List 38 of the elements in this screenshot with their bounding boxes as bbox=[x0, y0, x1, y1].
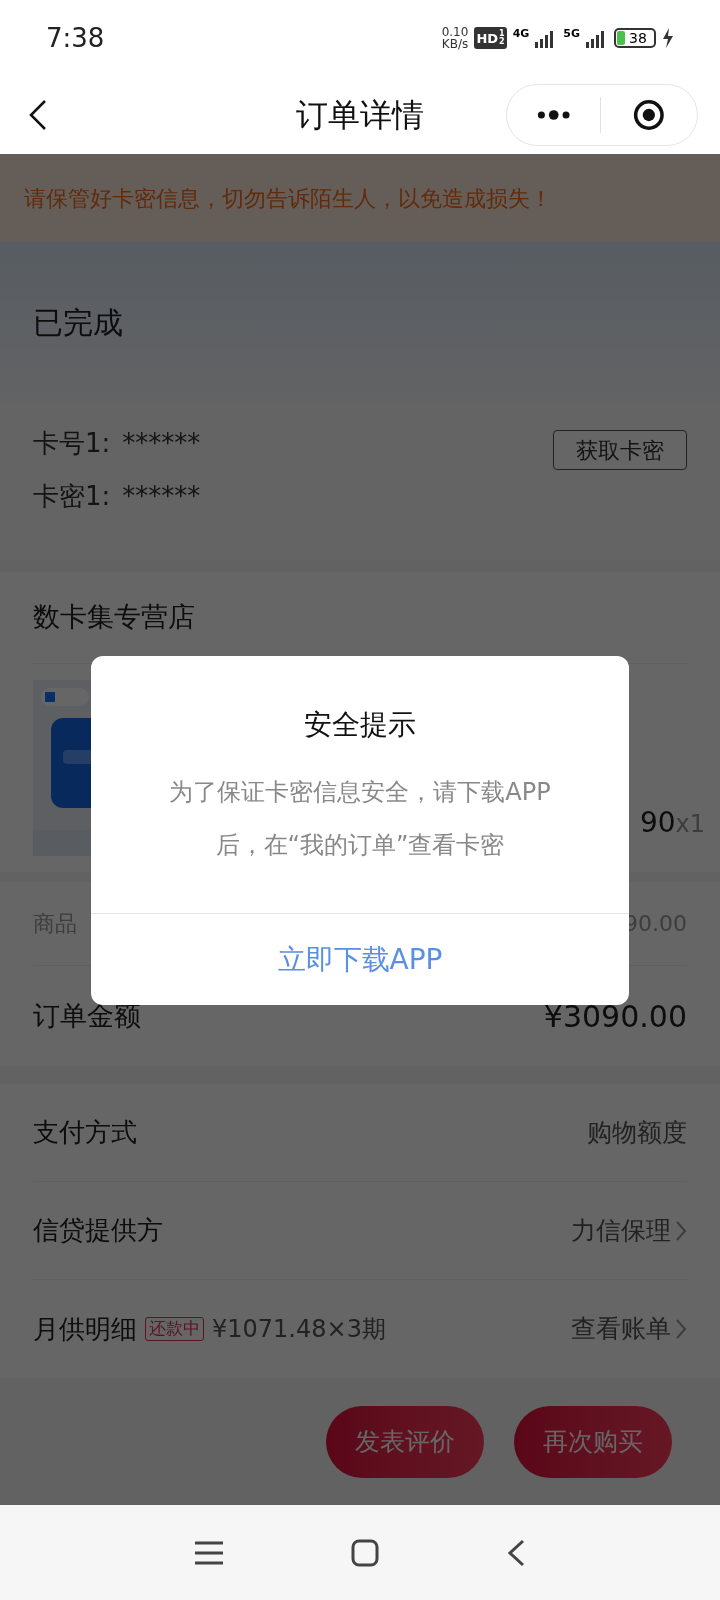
card-field-value: ****** bbox=[122, 480, 201, 513]
dialog-message: 为了保证卡密信息安全，请下载APP后，在“我的订单”查看卡密 bbox=[168, 777, 552, 861]
network-type: 4G bbox=[512, 26, 530, 42]
order-status: 已完成 bbox=[33, 303, 123, 342]
get-card-secret-button[interactable]: 获取卡密 bbox=[553, 430, 687, 470]
download-app-button[interactable]: 立即下载APP bbox=[91, 913, 629, 1005]
repayment-status-tag: 还款中 bbox=[145, 1317, 204, 1341]
charging-icon bbox=[662, 28, 674, 48]
clock-time: 7:38 bbox=[46, 21, 105, 55]
menu-icon[interactable] bbox=[195, 1540, 223, 1565]
network-type: 5G bbox=[563, 26, 580, 42]
back-icon[interactable] bbox=[28, 99, 48, 131]
close-icon[interactable] bbox=[633, 97, 665, 133]
chevron-right-icon bbox=[675, 1219, 687, 1242]
payment-row-label: 月供明细 bbox=[33, 1312, 137, 1346]
back-icon[interactable] bbox=[507, 1538, 525, 1567]
network-speed-unit: KB/s bbox=[441, 38, 469, 50]
action-button[interactable]: 发表评价 bbox=[326, 1405, 484, 1478]
payment-row-value[interactable]: 力信保理 bbox=[571, 1211, 671, 1250]
more-icon[interactable] bbox=[537, 109, 571, 121]
battery-indicator: 38 bbox=[614, 28, 656, 48]
payment-row-label: 信贷提供方 bbox=[33, 1214, 163, 1247]
payment-row-value[interactable]: 查看账单 bbox=[571, 1310, 671, 1348]
chevron-right-icon bbox=[675, 1318, 687, 1340]
card-field-label: 卡密1: bbox=[33, 480, 111, 513]
warning-text: 请保管好卡密信息，切勿告诉陌生人，以免造成损失！ bbox=[24, 184, 552, 213]
network-speed-value: 0.10 bbox=[441, 26, 469, 38]
action-button[interactable]: 再次购买 bbox=[514, 1405, 672, 1478]
home-icon[interactable] bbox=[351, 1538, 379, 1567]
payment-row-label: 支付方式 bbox=[33, 1116, 137, 1149]
page-title: 订单详情 bbox=[296, 95, 424, 136]
product-price: 90 bbox=[639, 805, 676, 841]
payment-row-value: 购物额度 bbox=[587, 1116, 687, 1149]
card-field-value: ****** bbox=[122, 427, 201, 460]
card-field-label: 卡号1: bbox=[33, 427, 111, 460]
dialog-title: 安全提示 bbox=[304, 707, 416, 743]
store-name: 数卡集专营店 bbox=[33, 600, 195, 635]
installment-detail: ¥1071.48×3期 bbox=[212, 1314, 386, 1345]
